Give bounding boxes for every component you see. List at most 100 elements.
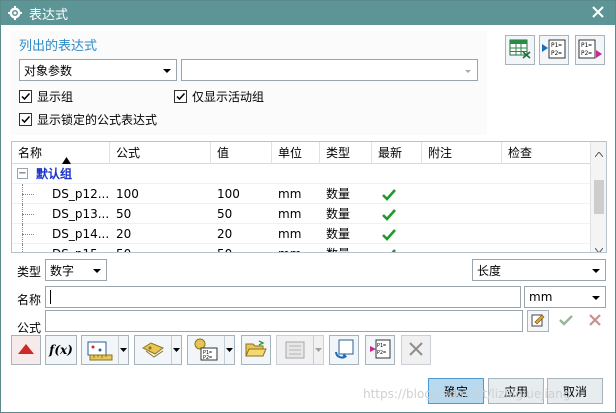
- tree-branch: [22, 234, 34, 235]
- column-label: 单位: [278, 146, 303, 160]
- scrollbar-thumb[interactable]: [594, 180, 604, 214]
- interpart-expression-icon: P1= P2=: [188, 338, 224, 362]
- export-spreadsheet-button[interactable]: [505, 35, 535, 65]
- measure-distance-icon: [82, 339, 118, 361]
- checkbox-label: 显示组: [37, 90, 74, 104]
- svg-text:P2=: P2=: [203, 355, 212, 361]
- apply-button[interactable]: 应用: [488, 378, 544, 404]
- list-icon: [277, 340, 313, 360]
- cell-formula: 20: [116, 227, 132, 241]
- chevron-down-icon[interactable]: [171, 336, 181, 364]
- filter-search-combo[interactable]: [181, 59, 478, 81]
- table-row[interactable]: DS_p15 50 50 mm 数量: [12, 244, 592, 252]
- accept-formula-button[interactable]: [555, 310, 577, 332]
- insert-function-button[interactable]: f(x): [45, 335, 77, 365]
- open-folder-button[interactable]: [241, 335, 271, 365]
- table-group-row[interactable]: − 默认组: [12, 164, 592, 184]
- column-header-latest[interactable]: 最新: [372, 142, 422, 164]
- chevron-down-icon: [463, 65, 473, 75]
- text-caret: [50, 290, 51, 304]
- checkbox-box[interactable]: [19, 90, 32, 103]
- unit-select[interactable]: mm: [524, 286, 606, 308]
- cell-unit: mm: [278, 207, 302, 221]
- cell-name: DS_p14...: [52, 227, 110, 241]
- column-header-name[interactable]: 名称: [12, 142, 110, 164]
- export-expressions-button[interactable]: P1= P2=: [575, 35, 605, 65]
- cell-type: 数量: [326, 207, 351, 221]
- unit-value: mm: [529, 290, 553, 304]
- tree-branch: [22, 194, 34, 195]
- create-interpart-expression-button[interactable]: P1= P2=: [187, 335, 235, 365]
- formula-label: 公式: [17, 321, 42, 335]
- show-active-group-only-checkbox[interactable]: 仅显示活动组: [174, 88, 264, 105]
- name-label: 名称: [17, 293, 42, 307]
- table-row[interactable]: DS_p13... 50 50 mm 数量: [12, 204, 592, 224]
- checkbox-box[interactable]: [174, 90, 187, 103]
- value-type-select[interactable]: 数字: [45, 259, 107, 281]
- type-label: 类型: [17, 265, 42, 279]
- reference-tag-icon: [135, 340, 171, 360]
- edit-note-icon: [531, 313, 545, 330]
- cancel-button[interactable]: 取消: [547, 378, 603, 404]
- table-row[interactable]: DS_p12... 100 100 mm 数量: [12, 184, 592, 204]
- list-filter-select[interactable]: 对象参数: [19, 59, 177, 81]
- chevron-down-icon[interactable]: [313, 336, 323, 364]
- close-icon: [589, 313, 601, 329]
- window-title: 表达式: [29, 7, 69, 23]
- measure-button[interactable]: [81, 335, 129, 365]
- show-groups-checkbox[interactable]: 显示组: [19, 88, 73, 105]
- folder-icon: [245, 339, 267, 361]
- scroll-down-icon[interactable]: [594, 242, 604, 252]
- red-up-arrow-icon: [18, 343, 34, 357]
- title-bar: 表达式: [1, 1, 615, 25]
- import-expressions-button[interactable]: P1= P2=: [539, 35, 569, 65]
- column-header-formula[interactable]: 公式: [110, 142, 211, 164]
- list-button[interactable]: [276, 335, 324, 365]
- import-expressions-icon: P1= P2=: [541, 38, 567, 63]
- spreadsheet-icon: [509, 39, 531, 62]
- section-title: 列出的表达式: [19, 39, 98, 54]
- svg-text:P2=: P2=: [377, 350, 386, 356]
- chevron-down-icon: [591, 292, 601, 306]
- collapse-dialog-button[interactable]: [11, 335, 41, 365]
- table-vertical-scrollbar[interactable]: [590, 142, 606, 252]
- dimension-select[interactable]: 长度: [472, 259, 606, 281]
- svg-text:P1=: P1=: [551, 42, 562, 49]
- close-icon[interactable]: [589, 3, 607, 21]
- column-header-check[interactable]: 检查: [502, 142, 592, 164]
- name-input[interactable]: [45, 286, 521, 308]
- cell-name: DS_p13...: [52, 207, 110, 221]
- list-filter-value: 对象参数: [24, 63, 73, 78]
- delete-button[interactable]: [401, 335, 431, 365]
- scroll-up-icon[interactable]: [594, 146, 604, 160]
- import-button[interactable]: P1= P2=: [365, 335, 395, 365]
- svg-text:P2=: P2=: [551, 50, 562, 57]
- show-locked-formula-checkbox[interactable]: 显示锁定的公式表达式: [19, 111, 157, 128]
- checkbox-box[interactable]: [19, 113, 32, 126]
- column-header-comment[interactable]: 附注: [422, 142, 502, 164]
- table-row[interactable]: DS_p14... 20 20 mm 数量: [12, 224, 592, 244]
- tree-line: [22, 244, 32, 252]
- column-header-unit[interactable]: 单位: [272, 142, 320, 164]
- cell-value: 50: [217, 207, 233, 221]
- gear-icon: [7, 5, 23, 21]
- collapse-toggle-icon[interactable]: −: [17, 168, 28, 179]
- tree-branch: [22, 214, 34, 215]
- checkbox-label: 显示锁定的公式表达式: [37, 113, 158, 127]
- import-expressions-icon: P1= P2=: [368, 338, 392, 363]
- column-header-type[interactable]: 类型: [320, 142, 372, 164]
- column-header-value[interactable]: 值: [211, 142, 272, 164]
- edit-formula-button[interactable]: [527, 310, 549, 332]
- reference-button[interactable]: [134, 335, 182, 365]
- chevron-down-icon[interactable]: [224, 336, 234, 364]
- formula-input[interactable]: [45, 310, 523, 332]
- chevron-down-icon[interactable]: [118, 336, 128, 364]
- column-label: 检查: [508, 146, 533, 160]
- cell-formula: 50: [116, 207, 132, 221]
- refresh-button[interactable]: [329, 335, 359, 365]
- ok-button[interactable]: 确定: [428, 378, 484, 404]
- reject-formula-button[interactable]: [584, 310, 606, 332]
- cell-value: 50: [211, 244, 272, 252]
- cell-unit: mm: [278, 187, 302, 201]
- cell-formula: 50: [110, 244, 211, 252]
